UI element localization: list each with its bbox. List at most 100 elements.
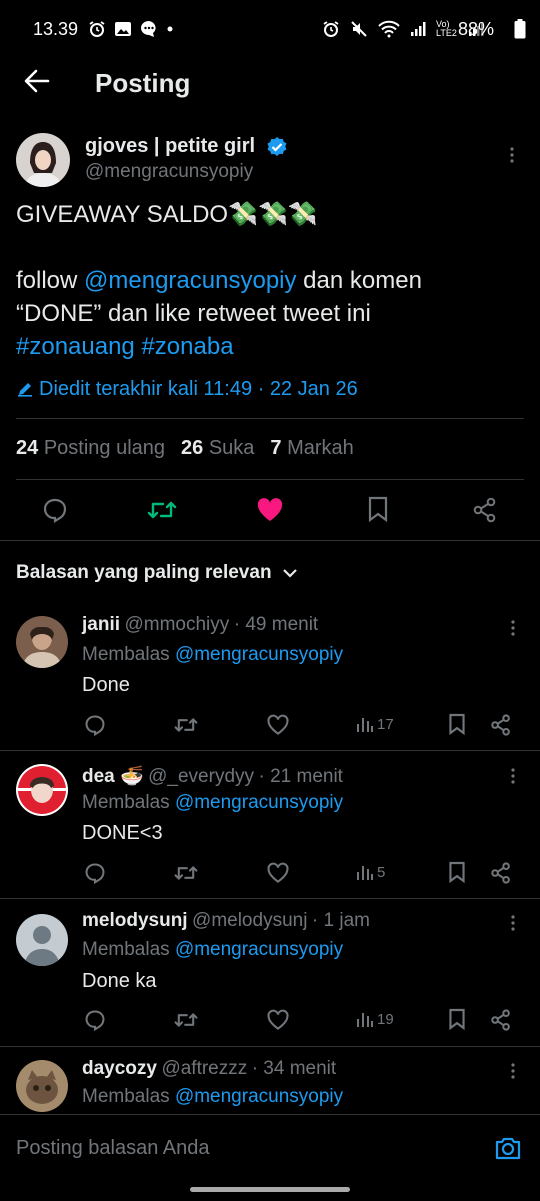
more-options-icon[interactable] bbox=[509, 146, 515, 164]
replying-to-link[interactable]: @mengracunsyopiy bbox=[175, 644, 343, 665]
reply-time: · 49 menit bbox=[233, 614, 319, 635]
reply-item[interactable]: daycozy @aftrezzz · 34 menit Membalas @m… bbox=[0, 1046, 540, 1114]
top-bar: Posting bbox=[0, 58, 540, 108]
status-bar: 13.39 Vo) LTE2 88% bbox=[0, 0, 540, 60]
back-arrow-icon[interactable] bbox=[24, 69, 50, 93]
repost-icon[interactable] bbox=[174, 862, 198, 884]
likes-stat[interactable]: 26 Suka bbox=[181, 437, 254, 460]
reply-author-handle[interactable]: @melodysunj bbox=[192, 910, 307, 931]
divider bbox=[16, 479, 524, 480]
views-count: 5 bbox=[377, 863, 386, 881]
replying-label: Membalas bbox=[82, 939, 170, 960]
bookmark-icon[interactable] bbox=[448, 861, 466, 883]
more-options-icon[interactable] bbox=[510, 767, 516, 785]
like-icon[interactable] bbox=[267, 1009, 289, 1031]
repost-icon[interactable] bbox=[174, 714, 198, 736]
mute-icon bbox=[351, 21, 367, 37]
reply-text: DONE<3 bbox=[82, 822, 163, 844]
reply-text: Done ka bbox=[82, 970, 157, 992]
dot-icon bbox=[167, 26, 173, 32]
alarm-icon bbox=[89, 21, 105, 37]
replying-label: Membalas bbox=[82, 792, 170, 813]
edit-pencil-icon bbox=[18, 383, 32, 397]
bookmark-icon[interactable] bbox=[448, 1008, 466, 1030]
bookmarks-stat[interactable]: 7 Markah bbox=[270, 437, 353, 460]
reply-time: · 21 menit bbox=[258, 766, 343, 787]
views-stat[interactable]: 19 bbox=[356, 1010, 394, 1028]
author-name[interactable]: gjoves | petite girl bbox=[85, 135, 255, 158]
author-avatar[interactable] bbox=[16, 133, 70, 187]
like-icon[interactable] bbox=[256, 497, 284, 523]
signal-icon bbox=[411, 22, 426, 36]
reply-author-name[interactable]: melodysunj bbox=[82, 910, 188, 931]
reply-avatar[interactable] bbox=[16, 914, 68, 966]
reply-sort-dropdown[interactable]: Balasan yang paling relevan bbox=[16, 562, 298, 584]
network-label: Vo) LTE2 bbox=[436, 19, 457, 38]
share-icon[interactable] bbox=[472, 497, 498, 523]
post-stats: 24 Posting ulang 26 Suka 7 Markah bbox=[16, 437, 354, 460]
views-count: 17 bbox=[377, 715, 394, 733]
camera-icon[interactable] bbox=[494, 1135, 522, 1161]
page-title: Posting bbox=[95, 68, 191, 98]
edited-info-link[interactable]: Diedit terakhir kali 11:49 · 22 Jan 26 bbox=[39, 378, 358, 401]
reply-author-name[interactable]: janii bbox=[82, 614, 120, 635]
reply-author-name[interactable]: daycozy bbox=[82, 1058, 157, 1079]
hashtag-link[interactable]: #zonauang bbox=[16, 333, 135, 360]
views-icon bbox=[357, 1013, 373, 1027]
hashtag-link[interactable]: #zonaba bbox=[141, 333, 233, 360]
replying-to-link[interactable]: @mengracunsyopiy bbox=[175, 792, 343, 813]
share-icon[interactable] bbox=[490, 714, 512, 736]
views-icon bbox=[357, 866, 373, 880]
wifi-icon bbox=[378, 20, 400, 38]
reply-icon[interactable] bbox=[84, 1009, 106, 1031]
like-icon[interactable] bbox=[267, 862, 289, 884]
reply-sort-label: Balasan yang paling relevan bbox=[16, 562, 272, 583]
views-stat[interactable]: 17 bbox=[356, 715, 394, 733]
post-line-3: “DONE” dan like retweet tweet ini bbox=[16, 300, 371, 327]
reply-author-handle[interactable]: @mmochiyy bbox=[124, 614, 229, 635]
divider bbox=[0, 540, 540, 541]
mention-link[interactable]: @mengracunsyopiy bbox=[84, 267, 296, 294]
views-icon bbox=[357, 718, 373, 732]
reply-input[interactable]: Posting balasan Anda bbox=[16, 1137, 210, 1160]
divider bbox=[16, 418, 524, 419]
reply-time: · 1 jam bbox=[311, 910, 370, 931]
reply-icon[interactable] bbox=[84, 862, 106, 884]
like-icon[interactable] bbox=[267, 714, 289, 736]
author-handle[interactable]: @mengracunsyopiy bbox=[85, 161, 253, 183]
reply-author-handle[interactable]: @_everydyy bbox=[148, 766, 254, 787]
reply-avatar[interactable] bbox=[16, 616, 68, 668]
post-body: GIVEAWAY SALDO💸💸💸 follow @mengracunsyopi… bbox=[16, 198, 526, 363]
share-icon[interactable] bbox=[490, 862, 512, 884]
repost-icon[interactable] bbox=[174, 1009, 198, 1031]
reply-item[interactable]: melodysunj @melodysunj · 1 jam Membalas … bbox=[0, 898, 540, 1046]
reply-item[interactable]: dea 🍜 @_everydyy · 21 menit Membalas @me… bbox=[0, 750, 540, 898]
alarm-icon bbox=[323, 21, 339, 37]
reply-author-handle[interactable]: @aftrezzz bbox=[161, 1058, 247, 1079]
more-options-icon[interactable] bbox=[510, 619, 516, 637]
post-hashtags: #zonauang #zonaba bbox=[16, 330, 526, 363]
reply-avatar[interactable] bbox=[16, 764, 68, 816]
replying-to-link[interactable]: @mengracunsyopiy bbox=[175, 1086, 343, 1107]
home-indicator[interactable] bbox=[190, 1187, 350, 1192]
share-icon[interactable] bbox=[490, 1009, 512, 1031]
reply-time: · 34 menit bbox=[251, 1058, 337, 1079]
battery-percent: 88% bbox=[458, 19, 495, 39]
repost-icon[interactable] bbox=[147, 497, 177, 523]
replying-to-link[interactable]: @mengracunsyopiy bbox=[175, 939, 343, 960]
gallery-icon bbox=[115, 22, 131, 36]
bookmark-icon[interactable] bbox=[367, 496, 389, 522]
reposts-stat[interactable]: 24 Posting ulang bbox=[16, 437, 165, 460]
reply-composer: Posting balasan Anda bbox=[0, 1114, 540, 1201]
more-options-icon[interactable] bbox=[510, 914, 516, 932]
more-options-icon[interactable] bbox=[510, 1062, 516, 1080]
reply-icon[interactable] bbox=[84, 714, 106, 736]
bookmark-icon[interactable] bbox=[448, 713, 466, 735]
reply-icon[interactable] bbox=[42, 497, 68, 523]
views-stat[interactable]: 5 bbox=[356, 863, 385, 881]
reply-avatar[interactable] bbox=[16, 1060, 68, 1112]
reply-item[interactable]: janii @mmochiyy · 49 menit Membalas @men… bbox=[0, 600, 540, 750]
message-icon bbox=[141, 21, 156, 37]
reply-author-name[interactable]: dea 🍜 bbox=[82, 766, 144, 787]
views-count: 19 bbox=[377, 1010, 394, 1028]
